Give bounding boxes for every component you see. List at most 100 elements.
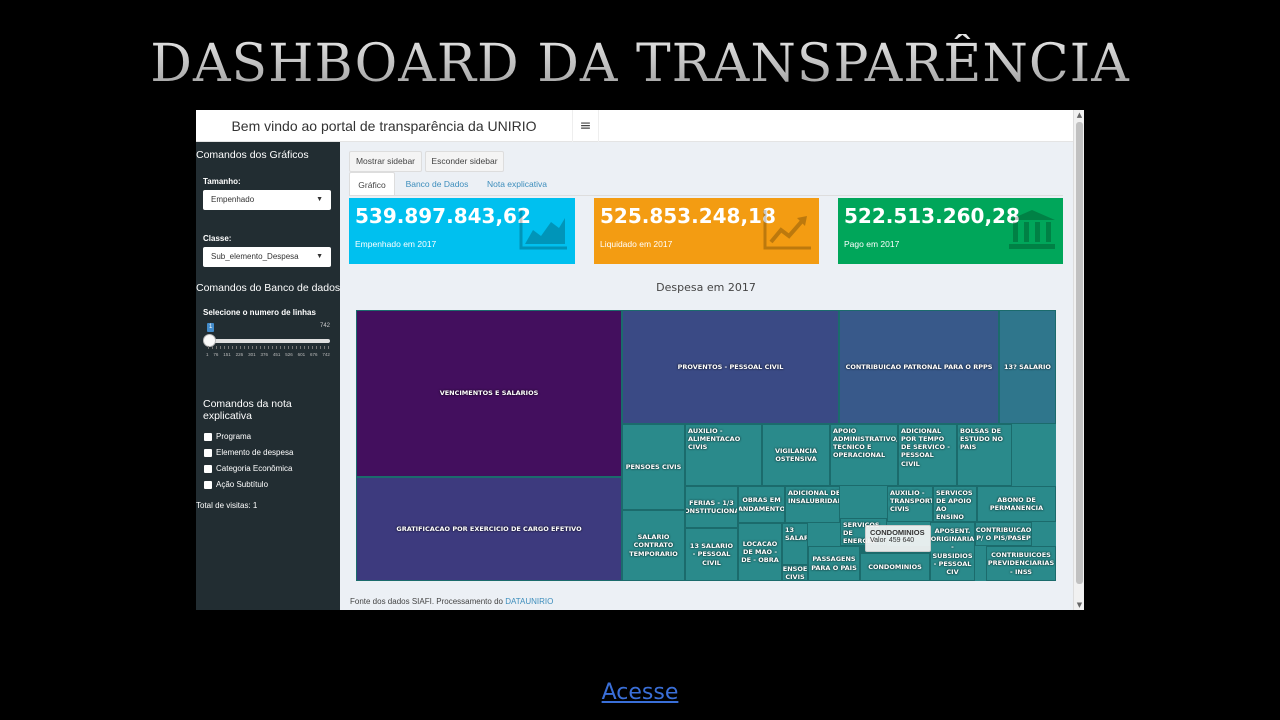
treemap-cell[interactable]: PENSOES CIVIS xyxy=(622,424,685,510)
treemap-cell[interactable]: VIGILANCIA OSTENSIVA xyxy=(762,424,830,486)
sidebar-heading-note-1: Comandos da nota xyxy=(203,398,292,410)
treemap-cell[interactable]: VENCIMENTOS E SALARIOS xyxy=(356,310,622,477)
bank-icon xyxy=(1009,210,1055,249)
treemap-cell[interactable]: SALARIO CONTRATO TEMPORARIO xyxy=(622,510,685,581)
treemap-cell[interactable]: ADICIONAL DE INSALUBRIDADE xyxy=(785,486,840,523)
treemap-minor-cell[interactable] xyxy=(916,552,923,554)
check-elemento[interactable]: Elemento de despesa xyxy=(204,448,293,457)
slider-value-badge: 1 xyxy=(207,323,215,332)
slide-title: Dashboard da Transparência xyxy=(0,34,1280,94)
treemap-minor-cell[interactable] xyxy=(909,552,916,554)
footer-link[interactable]: DATAUNIRIO xyxy=(505,597,553,606)
scrollbar-thumb[interactable] xyxy=(1076,122,1083,584)
slider-grid-label: 526 xyxy=(285,352,293,357)
treemap-cell[interactable]: AUXILIO - ALIMENTACAO CIVIS xyxy=(685,424,762,486)
treemap-minor-cell[interactable] xyxy=(888,552,895,554)
treemap-cell[interactable]: GRATIFICACAO POR EXERCICIO DE CARGO EFET… xyxy=(356,477,622,581)
tab-divider xyxy=(349,195,1063,196)
treemap-minor-cell[interactable] xyxy=(874,552,881,554)
slider-grid-label: 376 xyxy=(260,352,268,357)
treemap-cell[interactable]: PROVENTOS - PESSOAL CIVIL xyxy=(622,310,839,424)
treemap-cell[interactable]: CONTRIBUICAO PATRONAL PARA O RPPS xyxy=(839,310,999,424)
checkbox[interactable] xyxy=(204,480,212,489)
value-box-pago: 522.513.260,28 Pago em 2017 xyxy=(838,198,1063,264)
size-select[interactable]: Empenhado ▼ xyxy=(203,190,331,210)
chevron-down-icon: ▼ xyxy=(316,196,323,203)
chart-tooltip: CONDOMINIOS Valor 459 640 xyxy=(865,525,931,552)
treemap-cell[interactable]: APOSENT. ORIGINARIA - SUBSIDIOS - PESSOA… xyxy=(930,522,975,581)
vertical-scrollbar[interactable]: ▲ ▼ xyxy=(1073,110,1084,610)
chevron-down-icon: ▼ xyxy=(316,253,323,260)
value-box-label: Pago em 2017 xyxy=(844,239,900,249)
treemap-minor-cell[interactable] xyxy=(881,552,888,554)
size-label: Tamanho: xyxy=(203,177,241,186)
treemap-cell[interactable]: ADICIONAL POR TEMPO DE SERVICO - PESSOAL… xyxy=(898,424,957,486)
app-window: Bem vindo ao portal de transparência da … xyxy=(196,110,1084,610)
value-box-liquidado: 525.853.248,18 Liquidado em 2017 xyxy=(594,198,819,264)
treemap-cell[interactable]: 13 SALARIO - PESSOAL CIVIL xyxy=(685,528,738,581)
treemap-minor-cell[interactable] xyxy=(867,552,874,554)
class-label: Classe: xyxy=(203,234,232,243)
treemap-cell[interactable]: CONTRIBUICAO P/ O PIS/PASEP xyxy=(975,522,1032,546)
treemap-cell[interactable]: LOCACAO DE MAO - DE - OBRA xyxy=(738,523,782,581)
treemap-chart: VENCIMENTOS E SALARIOS GRATIFICACAO POR E… xyxy=(356,310,1056,581)
treemap-cell[interactable]: 13 SALARIO xyxy=(782,523,808,565)
treemap-cell[interactable]: APOIO ADMINISTRATIVO, TECNICO E OPERACIO… xyxy=(830,424,898,486)
size-select-value: Empenhado xyxy=(211,195,255,204)
scroll-up-icon[interactable]: ▲ xyxy=(1074,110,1084,120)
footer-note: Fonte dos dados SIAFI. Processamento do … xyxy=(350,597,553,606)
brand-title: Bem vindo ao portal de transparência da … xyxy=(231,118,537,134)
slider-grid-label: 226 xyxy=(235,352,244,357)
hide-sidebar-button[interactable]: Esconder sidebar xyxy=(425,151,504,172)
treemap-cell[interactable]: PASSAGENS PARA O PAIS xyxy=(808,546,860,581)
slider-grid-label: 742 xyxy=(322,352,330,357)
rows-label: Selecione o numero de linhas xyxy=(203,308,316,317)
tab-nota-explicativa[interactable]: Nota explicativa xyxy=(480,172,554,196)
menu-toggle-icon[interactable]: ≡ xyxy=(572,110,599,142)
treemap-cell[interactable]: 13? SALARIO xyxy=(999,310,1056,424)
tooltip-title: CONDOMINIOS xyxy=(870,528,925,537)
checkbox[interactable] xyxy=(204,464,212,473)
treemap-cell[interactable]: SERVICOS DE APOIO AO ENSINO xyxy=(933,486,977,522)
treemap-cell[interactable]: ABONO DE PERMANENCIA xyxy=(977,486,1056,522)
treemap-cell[interactable]: PENSOES CIVIS xyxy=(782,565,808,581)
slider-grid-label: 601 xyxy=(297,352,306,357)
slider-grid: 1 76 151 226 301 376 451 526 601 676 742 xyxy=(206,352,330,357)
check-categoria[interactable]: Categoria Econômica xyxy=(204,464,292,473)
slider-grid-label: 1 xyxy=(206,352,209,357)
treemap-minor-cell[interactable] xyxy=(860,552,867,554)
treemap-cell[interactable]: FERIAS - 1/3 CONSTITUCIONAL xyxy=(685,486,738,528)
treemap-minor-cell[interactable] xyxy=(902,552,909,554)
treemap-cell[interactable]: BOLSAS DE ESTUDO NO PAIS xyxy=(957,424,1012,486)
treemap-cell[interactable]: AUXILIO - TRANSPORTE CIVIS xyxy=(887,486,933,522)
show-sidebar-button[interactable]: Mostrar sidebar xyxy=(349,151,422,172)
sidebar-heading-graphs: Comandos dos Gráficos xyxy=(196,149,309,161)
slider-grid-label: 676 xyxy=(310,352,318,357)
check-acao[interactable]: Ação Subtítulo xyxy=(204,480,268,489)
access-link[interactable]: Acesse xyxy=(0,680,1280,705)
tab-banco-de-dados[interactable]: Banco de Dados xyxy=(399,172,475,196)
checkbox[interactable] xyxy=(204,432,212,441)
rows-slider-track[interactable] xyxy=(208,339,330,343)
slider-grid-label: 151 xyxy=(223,352,231,357)
scroll-down-icon[interactable]: ▼ xyxy=(1074,600,1084,610)
value-box-number: 539.897.843,62 xyxy=(355,204,531,228)
tooltip-label: Valor xyxy=(870,537,886,544)
check-label: Ação Subtítulo xyxy=(216,480,269,489)
treemap-cell[interactable]: CONTRIBUICOES PREVIDENCIARIAS - INSS xyxy=(986,546,1056,581)
treemap-minor-cell[interactable] xyxy=(923,552,930,554)
sidebar: Comandos dos Gráficos Tamanho: Empenhado… xyxy=(196,142,340,610)
slider-max-label: 742 xyxy=(319,323,330,329)
sidebar-heading-note-2: explicativa xyxy=(203,410,253,422)
check-label: Programa xyxy=(216,432,252,441)
class-select[interactable]: Sub_elemento_Despesa ▼ xyxy=(203,247,331,267)
tab-grafico[interactable]: Gráfico xyxy=(349,172,395,196)
treemap-cell[interactable]: OBRAS EM ANDAMENTO xyxy=(738,486,785,523)
class-select-value: Sub_elemento_Despesa xyxy=(211,252,299,261)
treemap-cell[interactable]: CONDOMINIOS xyxy=(860,553,930,581)
visits-counter: Total de visitas: 1 xyxy=(196,501,258,510)
value-box-number: 522.513.260,28 xyxy=(844,204,1020,228)
treemap-minor-cell[interactable] xyxy=(895,552,902,554)
checkbox[interactable] xyxy=(204,448,212,457)
check-programa[interactable]: Programa xyxy=(204,432,251,441)
